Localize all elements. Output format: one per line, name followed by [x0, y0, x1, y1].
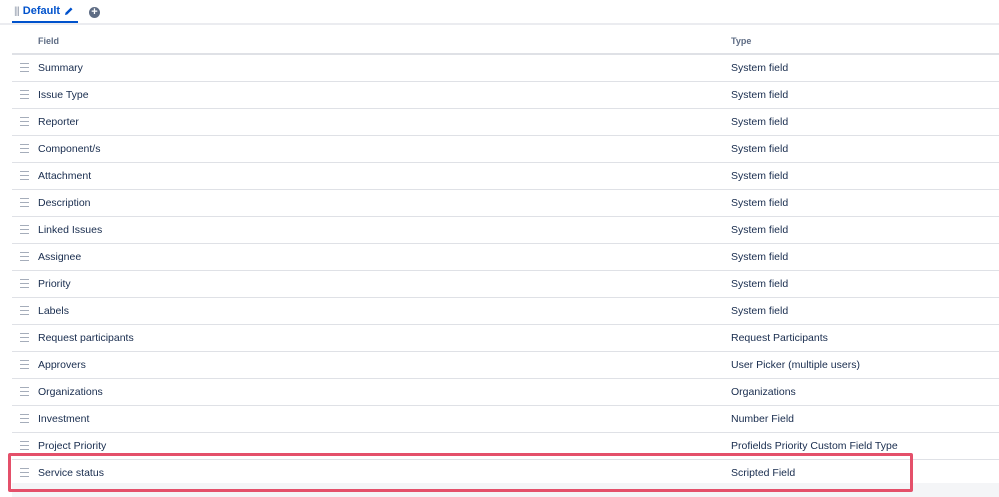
drag-handle-icon[interactable]	[20, 333, 29, 342]
table-row[interactable]: Request participants Request Participants	[12, 325, 999, 352]
drag-handle-icon[interactable]	[20, 279, 29, 288]
table-row[interactable]: Component/s System field	[12, 136, 999, 163]
table-row[interactable]: Approvers User Picker (multiple users)	[12, 352, 999, 379]
add-tab-button[interactable]: +	[89, 7, 100, 18]
table-row[interactable]: Project Priority Profields Priority Custo…	[12, 433, 999, 460]
field-name: Organizations	[38, 386, 103, 398]
table-row[interactable]: Attachment System field	[12, 163, 999, 190]
field-type: System field	[731, 305, 789, 317]
field-type: System field	[731, 62, 789, 74]
drag-handle-icon[interactable]	[20, 387, 29, 396]
field-name: Issue Type	[38, 89, 89, 101]
field-name: Description	[38, 197, 91, 209]
field-type: System field	[731, 251, 789, 263]
table-row[interactable]: Summary System field	[12, 55, 999, 82]
column-header-field: Field	[38, 36, 60, 46]
field-name: Investment	[38, 413, 90, 425]
column-header-type: Type	[731, 36, 752, 46]
tab-default[interactable]: ||| Default	[12, 4, 79, 23]
drag-handle-icon[interactable]	[20, 198, 29, 207]
field-name: Priority	[38, 278, 71, 290]
table-row[interactable]: Reporter System field	[12, 109, 999, 136]
table-row[interactable]: Description System field	[12, 190, 999, 217]
field-type: System field	[731, 197, 789, 209]
drag-handle-icon[interactable]	[20, 63, 29, 72]
table-row[interactable]: Organizations Organizations	[12, 379, 999, 406]
table-row[interactable]: Priority System field	[12, 271, 999, 298]
drag-handle-icon[interactable]	[20, 441, 29, 450]
drag-handle-icon[interactable]	[20, 90, 29, 99]
drag-handle-icon[interactable]	[20, 360, 29, 369]
table-row[interactable]: Labels System field	[12, 298, 999, 325]
field-type: System field	[731, 170, 789, 182]
tab-default-label: Default	[22, 5, 61, 17]
field-type: System field	[731, 278, 789, 290]
table-row[interactable]: Issue Type System field	[12, 82, 999, 109]
drag-handle-icon[interactable]	[20, 171, 29, 180]
field-name: Request participants	[38, 332, 134, 344]
field-type: Number Field	[731, 413, 795, 425]
table-row[interactable]: Assignee System field	[12, 244, 999, 271]
field-name: Component/s	[38, 143, 101, 155]
field-name: Project Priority	[38, 440, 107, 452]
field-type: System field	[731, 89, 789, 101]
field-name: Assignee	[38, 251, 82, 263]
table-header: Field Type	[12, 28, 999, 55]
table-row[interactable]: Investment Number Field	[12, 406, 999, 433]
field-name: Linked Issues	[38, 224, 103, 236]
field-name: Service status	[38, 467, 104, 479]
field-name: Attachment	[38, 170, 92, 182]
drag-handle-icon[interactable]: |||	[14, 6, 20, 17]
field-type: Scripted Field	[731, 467, 796, 479]
drag-handle-icon[interactable]	[20, 117, 29, 126]
drag-handle-icon[interactable]	[20, 252, 29, 261]
field-name: Approvers	[38, 359, 86, 371]
table-row[interactable]: Linked Issues System field	[12, 217, 999, 244]
pencil-icon[interactable]	[64, 6, 74, 16]
drag-handle-icon[interactable]	[20, 225, 29, 234]
horizontal-scrollbar[interactable]	[12, 483, 999, 497]
field-name: Summary	[38, 62, 83, 74]
screen-tabs: ||| Default +	[0, 0, 999, 25]
field-type: Request Participants	[731, 332, 828, 344]
fields-table: Field Type Summary System field Issue Type…	[12, 28, 999, 487]
field-type: Organizations	[731, 386, 796, 398]
field-name: Labels	[38, 305, 69, 317]
field-type: System field	[731, 116, 789, 128]
drag-handle-icon[interactable]	[20, 468, 29, 477]
field-type: System field	[731, 224, 789, 236]
drag-handle-icon[interactable]	[20, 414, 29, 423]
field-type: System field	[731, 143, 789, 155]
field-name: Reporter	[38, 116, 79, 128]
drag-handle-icon[interactable]	[20, 306, 29, 315]
drag-handle-icon[interactable]	[20, 144, 29, 153]
field-type: User Picker (multiple users)	[731, 359, 860, 371]
field-type: Profields Priority Custom Field Type	[731, 440, 898, 452]
